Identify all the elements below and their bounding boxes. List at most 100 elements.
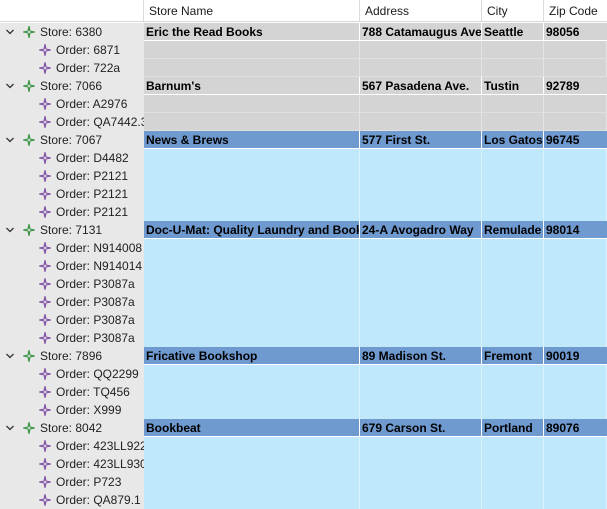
chevron-down-icon[interactable] bbox=[5, 81, 15, 91]
city-cell[interactable] bbox=[482, 239, 544, 257]
city-cell[interactable] bbox=[482, 203, 544, 221]
store-name-cell[interactable]: Barnum's bbox=[144, 77, 360, 95]
tree-node-order[interactable]: Order: QA7442.3 bbox=[0, 113, 144, 131]
tree-node-store[interactable]: Store: 7131 bbox=[0, 221, 144, 239]
tree-node-store[interactable]: Store: 7896 bbox=[0, 347, 144, 365]
address-cell[interactable] bbox=[360, 365, 482, 383]
order-row[interactable]: Order: P2121 bbox=[0, 203, 607, 221]
store-name-cell[interactable] bbox=[144, 437, 360, 455]
city-cell[interactable] bbox=[482, 41, 544, 59]
city-cell[interactable] bbox=[482, 293, 544, 311]
tree-node-order[interactable]: Order: P3087a bbox=[0, 275, 144, 293]
store-name-cell[interactable] bbox=[144, 41, 360, 59]
address-cell[interactable] bbox=[360, 491, 482, 509]
city-cell[interactable] bbox=[482, 455, 544, 473]
store-name-cell[interactable]: Doc-U-Mat: Quality Laundry and Books bbox=[144, 221, 360, 239]
city-cell[interactable] bbox=[482, 167, 544, 185]
city-cell[interactable]: Fremont bbox=[482, 347, 544, 365]
store-name-cell[interactable] bbox=[144, 473, 360, 491]
store-name-cell[interactable] bbox=[144, 311, 360, 329]
store-name-cell[interactable] bbox=[144, 293, 360, 311]
column-header-store-name[interactable]: Store Name bbox=[144, 0, 360, 22]
order-row[interactable]: Order: N914014 bbox=[0, 257, 607, 275]
address-cell[interactable] bbox=[360, 311, 482, 329]
zip-code-cell[interactable]: 92789 bbox=[544, 77, 607, 95]
tree-node-store[interactable]: Store: 7066 bbox=[0, 77, 144, 95]
zip-code-cell[interactable] bbox=[544, 401, 607, 419]
tree-node-order[interactable]: Order: A2976 bbox=[0, 95, 144, 113]
store-name-cell[interactable] bbox=[144, 113, 360, 131]
city-cell[interactable]: Los Gatos bbox=[482, 131, 544, 149]
chevron-down-icon[interactable] bbox=[5, 135, 15, 145]
city-cell[interactable] bbox=[482, 473, 544, 491]
store-name-cell[interactable] bbox=[144, 275, 360, 293]
city-cell[interactable] bbox=[482, 95, 544, 113]
zip-code-cell[interactable] bbox=[544, 473, 607, 491]
tree-node-order[interactable]: Order: N914008 bbox=[0, 239, 144, 257]
tree-node-order[interactable]: Order: QQ2299 bbox=[0, 365, 144, 383]
city-cell[interactable] bbox=[482, 365, 544, 383]
city-cell[interactable] bbox=[482, 257, 544, 275]
order-row[interactable]: Order: P2121 bbox=[0, 185, 607, 203]
address-cell[interactable] bbox=[360, 113, 482, 131]
city-cell[interactable]: Tustin bbox=[482, 77, 544, 95]
zip-code-cell[interactable] bbox=[544, 41, 607, 59]
chevron-down-icon[interactable] bbox=[5, 27, 15, 37]
address-cell[interactable]: 24-A Avogadro Way bbox=[360, 221, 482, 239]
zip-code-cell[interactable] bbox=[544, 311, 607, 329]
store-row[interactable]: Store: 7066 Barnum's 567 Pasadena Ave. Tust… bbox=[0, 77, 607, 95]
store-name-cell[interactable]: Eric the Read Books bbox=[144, 23, 360, 41]
city-cell[interactable] bbox=[482, 401, 544, 419]
tree-node-order[interactable]: Order: X999 bbox=[0, 401, 144, 419]
tree-node-order[interactable]: Order: 722a bbox=[0, 59, 144, 77]
address-cell[interactable] bbox=[360, 59, 482, 77]
zip-code-cell[interactable] bbox=[544, 95, 607, 113]
tree-node-order[interactable]: Order: TQ456 bbox=[0, 383, 144, 401]
address-cell[interactable] bbox=[360, 149, 482, 167]
zip-code-cell[interactable] bbox=[544, 365, 607, 383]
store-name-cell[interactable] bbox=[144, 401, 360, 419]
city-cell[interactable] bbox=[482, 185, 544, 203]
zip-code-cell[interactable] bbox=[544, 203, 607, 221]
address-cell[interactable] bbox=[360, 203, 482, 221]
zip-code-cell[interactable]: 98056 bbox=[544, 23, 607, 41]
zip-code-cell[interactable] bbox=[544, 185, 607, 203]
order-row[interactable]: Order: 423LL922 bbox=[0, 437, 607, 455]
address-cell[interactable]: 89 Madison St. bbox=[360, 347, 482, 365]
store-name-cell[interactable] bbox=[144, 59, 360, 77]
order-row[interactable]: Order: P3087a bbox=[0, 275, 607, 293]
address-cell[interactable] bbox=[360, 167, 482, 185]
address-cell[interactable] bbox=[360, 329, 482, 347]
tree-node-order[interactable]: Order: P723 bbox=[0, 473, 144, 491]
city-cell[interactable] bbox=[482, 59, 544, 77]
city-cell[interactable] bbox=[482, 311, 544, 329]
address-cell[interactable] bbox=[360, 455, 482, 473]
chevron-down-icon[interactable] bbox=[5, 423, 15, 433]
order-row[interactable]: Order: N914008 bbox=[0, 239, 607, 257]
tree-node-order[interactable]: Order: 6871 bbox=[0, 41, 144, 59]
address-cell[interactable] bbox=[360, 383, 482, 401]
order-row[interactable]: Order: QA879.1 bbox=[0, 491, 607, 509]
zip-code-cell[interactable] bbox=[544, 257, 607, 275]
zip-code-cell[interactable] bbox=[544, 239, 607, 257]
tree-node-store[interactable]: Store: 8042 bbox=[0, 419, 144, 437]
chevron-down-icon[interactable] bbox=[5, 225, 15, 235]
store-name-cell[interactable] bbox=[144, 455, 360, 473]
city-cell[interactable] bbox=[482, 437, 544, 455]
zip-code-cell[interactable] bbox=[544, 329, 607, 347]
order-row[interactable]: Order: TQ456 bbox=[0, 383, 607, 401]
address-cell[interactable]: 788 Catamaugus Ave. bbox=[360, 23, 482, 41]
order-row[interactable]: Order: P3087a bbox=[0, 329, 607, 347]
column-header-city[interactable]: City bbox=[482, 0, 544, 22]
tree-node-order[interactable]: Order: P2121 bbox=[0, 203, 144, 221]
address-cell[interactable]: 567 Pasadena Ave. bbox=[360, 77, 482, 95]
city-cell[interactable]: Seattle bbox=[482, 23, 544, 41]
zip-code-cell[interactable] bbox=[544, 149, 607, 167]
store-name-cell[interactable] bbox=[144, 203, 360, 221]
store-name-cell[interactable] bbox=[144, 383, 360, 401]
store-name-cell[interactable] bbox=[144, 365, 360, 383]
order-row[interactable]: Order: X999 bbox=[0, 401, 607, 419]
store-name-cell[interactable] bbox=[144, 185, 360, 203]
zip-code-cell[interactable]: 98014 bbox=[544, 221, 607, 239]
zip-code-cell[interactable] bbox=[544, 437, 607, 455]
